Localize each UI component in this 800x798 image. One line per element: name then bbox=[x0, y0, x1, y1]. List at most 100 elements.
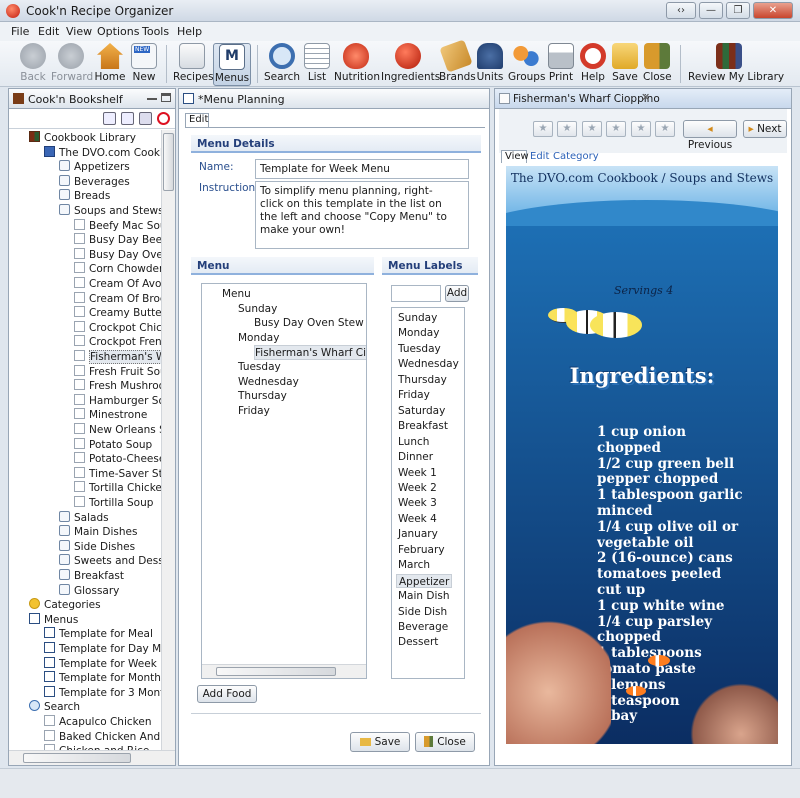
bookshelf-item[interactable]: Beverages bbox=[9, 174, 130, 190]
recipes-button[interactable]: Recipes bbox=[173, 43, 214, 86]
menu-day-node[interactable]: Sunday bbox=[238, 302, 277, 317]
bookshelf-item[interactable]: Fresh Mushroom bbox=[9, 379, 161, 394]
bookshelf-tab-title[interactable]: Cook'n Bookshelf bbox=[28, 93, 123, 106]
menu-day-node[interactable]: Friday bbox=[238, 404, 270, 419]
bookshelf-item[interactable]: Template for Month Menu bbox=[9, 671, 161, 686]
menu-label-item[interactable]: Dinner bbox=[396, 450, 433, 465]
print-button[interactable]: Print bbox=[548, 43, 574, 86]
home-button[interactable]: Home bbox=[94, 43, 126, 86]
save-menu-button[interactable]: Save bbox=[350, 732, 410, 752]
bookshelf-item[interactable]: Potato Soup bbox=[9, 437, 152, 453]
bookshelf-item[interactable]: Cream Of Broccoli bbox=[9, 291, 161, 307]
bookshelf-item[interactable]: Template for Day Menu bbox=[9, 642, 161, 657]
bookshelf-item[interactable]: Busy Day Beef Stew bbox=[9, 233, 161, 248]
bookshelf-item[interactable]: Breakfast bbox=[9, 569, 124, 584]
menu-day-node[interactable]: Tuesday bbox=[238, 360, 281, 375]
list-button[interactable]: List bbox=[304, 43, 330, 86]
menu-recipe-node[interactable]: Fisherman's Wharf Cioppino bbox=[254, 345, 366, 360]
scroll-thumb[interactable] bbox=[216, 667, 336, 676]
menu-label-item[interactable]: February bbox=[396, 543, 445, 558]
bookshelf-item[interactable]: Crockpot French bbox=[9, 335, 161, 350]
close-tab-icon[interactable]: ✕ bbox=[641, 91, 650, 104]
bookshelf-item[interactable]: Template for Week Menu bbox=[9, 656, 161, 672]
back-button[interactable]: Back bbox=[16, 43, 50, 86]
delete-icon[interactable] bbox=[157, 112, 170, 125]
menu-label-item[interactable]: Appetizer bbox=[396, 573, 452, 589]
bookshelf-item[interactable]: Glossary bbox=[9, 583, 119, 599]
menu-label-item[interactable]: Thursday bbox=[396, 373, 447, 388]
maximize-panel-icon[interactable] bbox=[161, 93, 171, 102]
bookshelf-item[interactable]: Creamy Butternut bbox=[9, 306, 161, 321]
bookshelf-item[interactable]: Menus bbox=[9, 612, 78, 628]
menu-label-item[interactable]: Monday bbox=[396, 326, 439, 341]
menu-recipe-node[interactable]: Busy Day Oven Stew bbox=[254, 316, 364, 331]
scroll-thumb[interactable] bbox=[163, 133, 174, 191]
add-label-button[interactable]: Add bbox=[445, 285, 469, 302]
menu-label-item[interactable]: Sunday bbox=[396, 311, 437, 326]
menu-day-node[interactable]: Monday bbox=[238, 331, 279, 346]
menu-help[interactable]: Help bbox=[177, 25, 202, 38]
new-label-input[interactable] bbox=[391, 285, 441, 302]
brands-button[interactable]: Brands bbox=[439, 39, 476, 86]
previous-button[interactable]: ◂ Previous bbox=[683, 120, 737, 151]
bookshelf-item[interactable]: Cream Of Avocado bbox=[9, 277, 161, 292]
menu-label-item[interactable]: Saturday bbox=[396, 404, 445, 419]
help-button[interactable]: Help bbox=[580, 43, 606, 86]
bookshelf-item[interactable]: Cookbook Library bbox=[9, 131, 136, 146]
edit-tab[interactable]: Edit bbox=[185, 113, 209, 127]
bookshelf-item[interactable]: Template for 3 Month Menu bbox=[9, 685, 161, 701]
close-menu-button[interactable]: Close bbox=[415, 732, 475, 752]
menu-label-item[interactable]: January bbox=[396, 527, 438, 542]
bookshelf-item[interactable]: Categories bbox=[9, 598, 101, 613]
star-button-6[interactable]: ★ bbox=[655, 121, 675, 137]
groups-button[interactable]: Groups bbox=[508, 43, 545, 86]
bookshelf-item[interactable]: Search bbox=[9, 700, 80, 715]
bookshelf-item[interactable]: Corn Chowder bbox=[9, 262, 161, 277]
menu-label-item[interactable]: Week 3 bbox=[396, 496, 437, 511]
menu-label-item[interactable]: Beverage bbox=[396, 620, 448, 635]
bookshelf-vertical-scrollbar[interactable] bbox=[161, 130, 175, 750]
menu-day-node[interactable]: Wednesday bbox=[238, 375, 299, 390]
menu-tree-horizontal-scrollbar[interactable] bbox=[202, 664, 366, 678]
star-button-4[interactable]: ★ bbox=[606, 121, 626, 137]
bookshelf-item[interactable]: Main Dishes bbox=[9, 525, 137, 540]
menu-label-item[interactable]: Breakfast bbox=[396, 419, 448, 434]
menu-label-item[interactable]: Friday bbox=[396, 388, 430, 403]
bookshelf-item[interactable]: Time-Saver Stew bbox=[9, 466, 161, 482]
review-library-button[interactable]: Review My Library bbox=[688, 43, 784, 86]
star-button-3[interactable]: ★ bbox=[582, 121, 602, 137]
next-button[interactable]: ▸ Next bbox=[743, 120, 787, 138]
bookshelf-item[interactable]: Tortilla Soup bbox=[9, 496, 153, 511]
window-switch-button[interactable]: ‹› bbox=[666, 2, 696, 19]
menu-file[interactable]: File bbox=[11, 25, 29, 38]
bookshelf-item[interactable]: The DVO.com Cookbook bbox=[9, 145, 161, 161]
bookshelf-item[interactable]: Minestrone bbox=[9, 408, 147, 423]
menu-label-item[interactable]: Dessert bbox=[396, 635, 438, 650]
menu-options[interactable]: Options bbox=[97, 25, 139, 38]
star-button-5[interactable]: ★ bbox=[631, 121, 651, 137]
units-button[interactable]: Units bbox=[476, 43, 504, 86]
bookshelf-item[interactable]: Sweets and Desserts bbox=[9, 554, 161, 569]
bookshelf-item[interactable]: Baked Chicken And Rice bbox=[9, 729, 161, 745]
edit-tab[interactable]: Edit bbox=[530, 151, 549, 162]
ingredients-button[interactable]: Ingredients bbox=[381, 43, 440, 86]
view-tab[interactable]: View bbox=[501, 150, 529, 163]
forward-button[interactable]: Forward bbox=[51, 43, 93, 86]
menu-edit[interactable]: Edit bbox=[38, 25, 59, 38]
add-food-button[interactable]: Add Food bbox=[197, 685, 257, 703]
bookshelf-item[interactable]: Hamburger Soup bbox=[9, 393, 161, 409]
minimize-panel-icon[interactable] bbox=[147, 92, 157, 100]
menu-label-item[interactable]: Week 4 bbox=[396, 512, 437, 527]
bookshelf-item[interactable]: Fisherman's Wharf bbox=[9, 350, 161, 365]
menu-view[interactable]: View bbox=[66, 25, 92, 38]
menu-tools[interactable]: Tools bbox=[142, 25, 169, 38]
bookshelf-item[interactable]: Crockpot Chicken bbox=[9, 320, 161, 336]
menu-day-node[interactable]: Thursday bbox=[238, 389, 287, 404]
bookshelf-item[interactable]: Salads bbox=[9, 510, 109, 526]
instructions-field[interactable]: To simplify menu planning, right-click o… bbox=[255, 181, 469, 249]
save-button[interactable]: Save bbox=[611, 43, 639, 86]
copy-icon[interactable] bbox=[139, 112, 152, 125]
menu-label-item[interactable]: Side Dish bbox=[396, 605, 447, 620]
menu-root-node[interactable]: Menu bbox=[222, 287, 251, 302]
category-tab[interactable]: Category bbox=[553, 151, 599, 162]
